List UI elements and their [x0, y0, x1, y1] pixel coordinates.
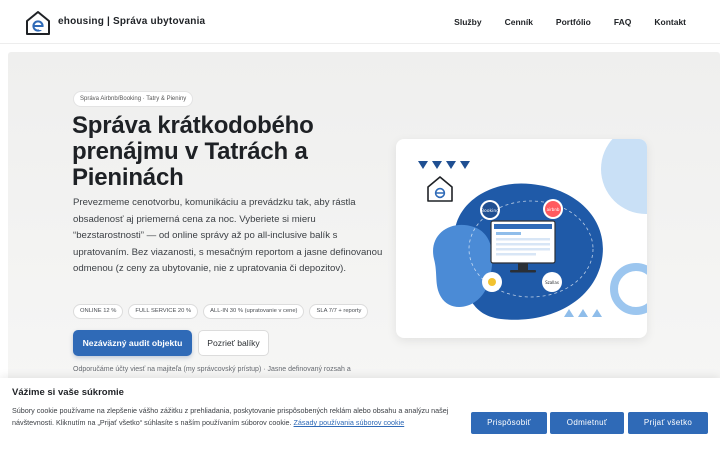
audit-button[interactable]: Nezáväzný audit objektu — [73, 330, 192, 356]
nav-item-portfolio[interactable]: Portfólio — [556, 17, 591, 27]
house-e-logo-icon[interactable] — [25, 10, 51, 36]
site-header: ehousing | Správa ubytovania Služby Cenn… — [0, 0, 720, 44]
nav-item-sluzby[interactable]: Služby — [454, 17, 481, 27]
hero-note: Odporučáme účty viesť na majiteľa (my sp… — [73, 366, 351, 373]
triangles-bottom — [564, 309, 602, 317]
svg-text:airbnb: airbnb — [547, 207, 560, 212]
chip-all-in: ALL-IN 30 % (upratovanie v cene) — [203, 304, 305, 319]
triangles-top — [418, 161, 470, 169]
chip-online: ONLINE 12 % — [73, 304, 124, 319]
airbnb-badge-icon: airbnb — [543, 199, 563, 219]
main-nav: Služby Cenník Portfólio FAQ Kontakt — [454, 17, 686, 27]
svg-text:Szallas: Szallas — [545, 280, 559, 285]
hero-title: Správa krátkodobého prenájmu v Tatrách a… — [72, 112, 314, 191]
brand-name[interactable]: ehousing | Správa ubytovania — [58, 16, 205, 27]
nav-item-kontakt[interactable]: Kontakt — [654, 17, 686, 27]
illustration-graphic: Booking airbnb Szallas — [418, 139, 647, 320]
accept-all-button[interactable]: Prijať všetko — [628, 412, 708, 434]
light-ring — [610, 263, 647, 315]
cookie-title: Vážime si vaše súkromie — [12, 387, 124, 398]
chip-full-service: FULL SERVICE 20 % — [128, 304, 199, 319]
cookie-policy-link[interactable]: Zásady používania súborov cookie — [294, 418, 405, 427]
hero-pill: Správa Airbnb/Booking · Tatry & Pieniny — [73, 91, 194, 107]
partner-badge-right-icon: Szallas — [542, 272, 562, 292]
nav-item-faq[interactable]: FAQ — [614, 17, 631, 27]
partner-badge-left-icon — [482, 272, 502, 292]
pricing-chips: ONLINE 12 % FULL SERVICE 20 % ALL-IN 30 … — [73, 304, 369, 319]
reject-button[interactable]: Odmietnuť — [550, 412, 624, 434]
house-e-logo-icon — [427, 176, 453, 202]
svg-text:Booking: Booking — [481, 208, 499, 214]
cookie-text: Súbory cookie používame na zlepšenie váš… — [12, 405, 452, 430]
cookie-banner: Vážime si vaše súkromie Súbory cookie po… — [0, 378, 720, 450]
booking-badge-icon: Booking — [480, 200, 500, 220]
hero-illustration: Booking airbnb Szallas — [396, 139, 647, 338]
hero-description: Prevezmeme cenotvorbu, komunikáciu a pre… — [73, 197, 383, 274]
nav-item-cennik[interactable]: Cenník — [505, 17, 533, 27]
packages-button[interactable]: Pozrieť balíky — [198, 330, 269, 356]
light-circle — [601, 139, 647, 214]
customize-button[interactable]: Prispôsobiť — [471, 412, 547, 434]
chip-sla: SLA 7/7 + reporty — [309, 304, 369, 319]
